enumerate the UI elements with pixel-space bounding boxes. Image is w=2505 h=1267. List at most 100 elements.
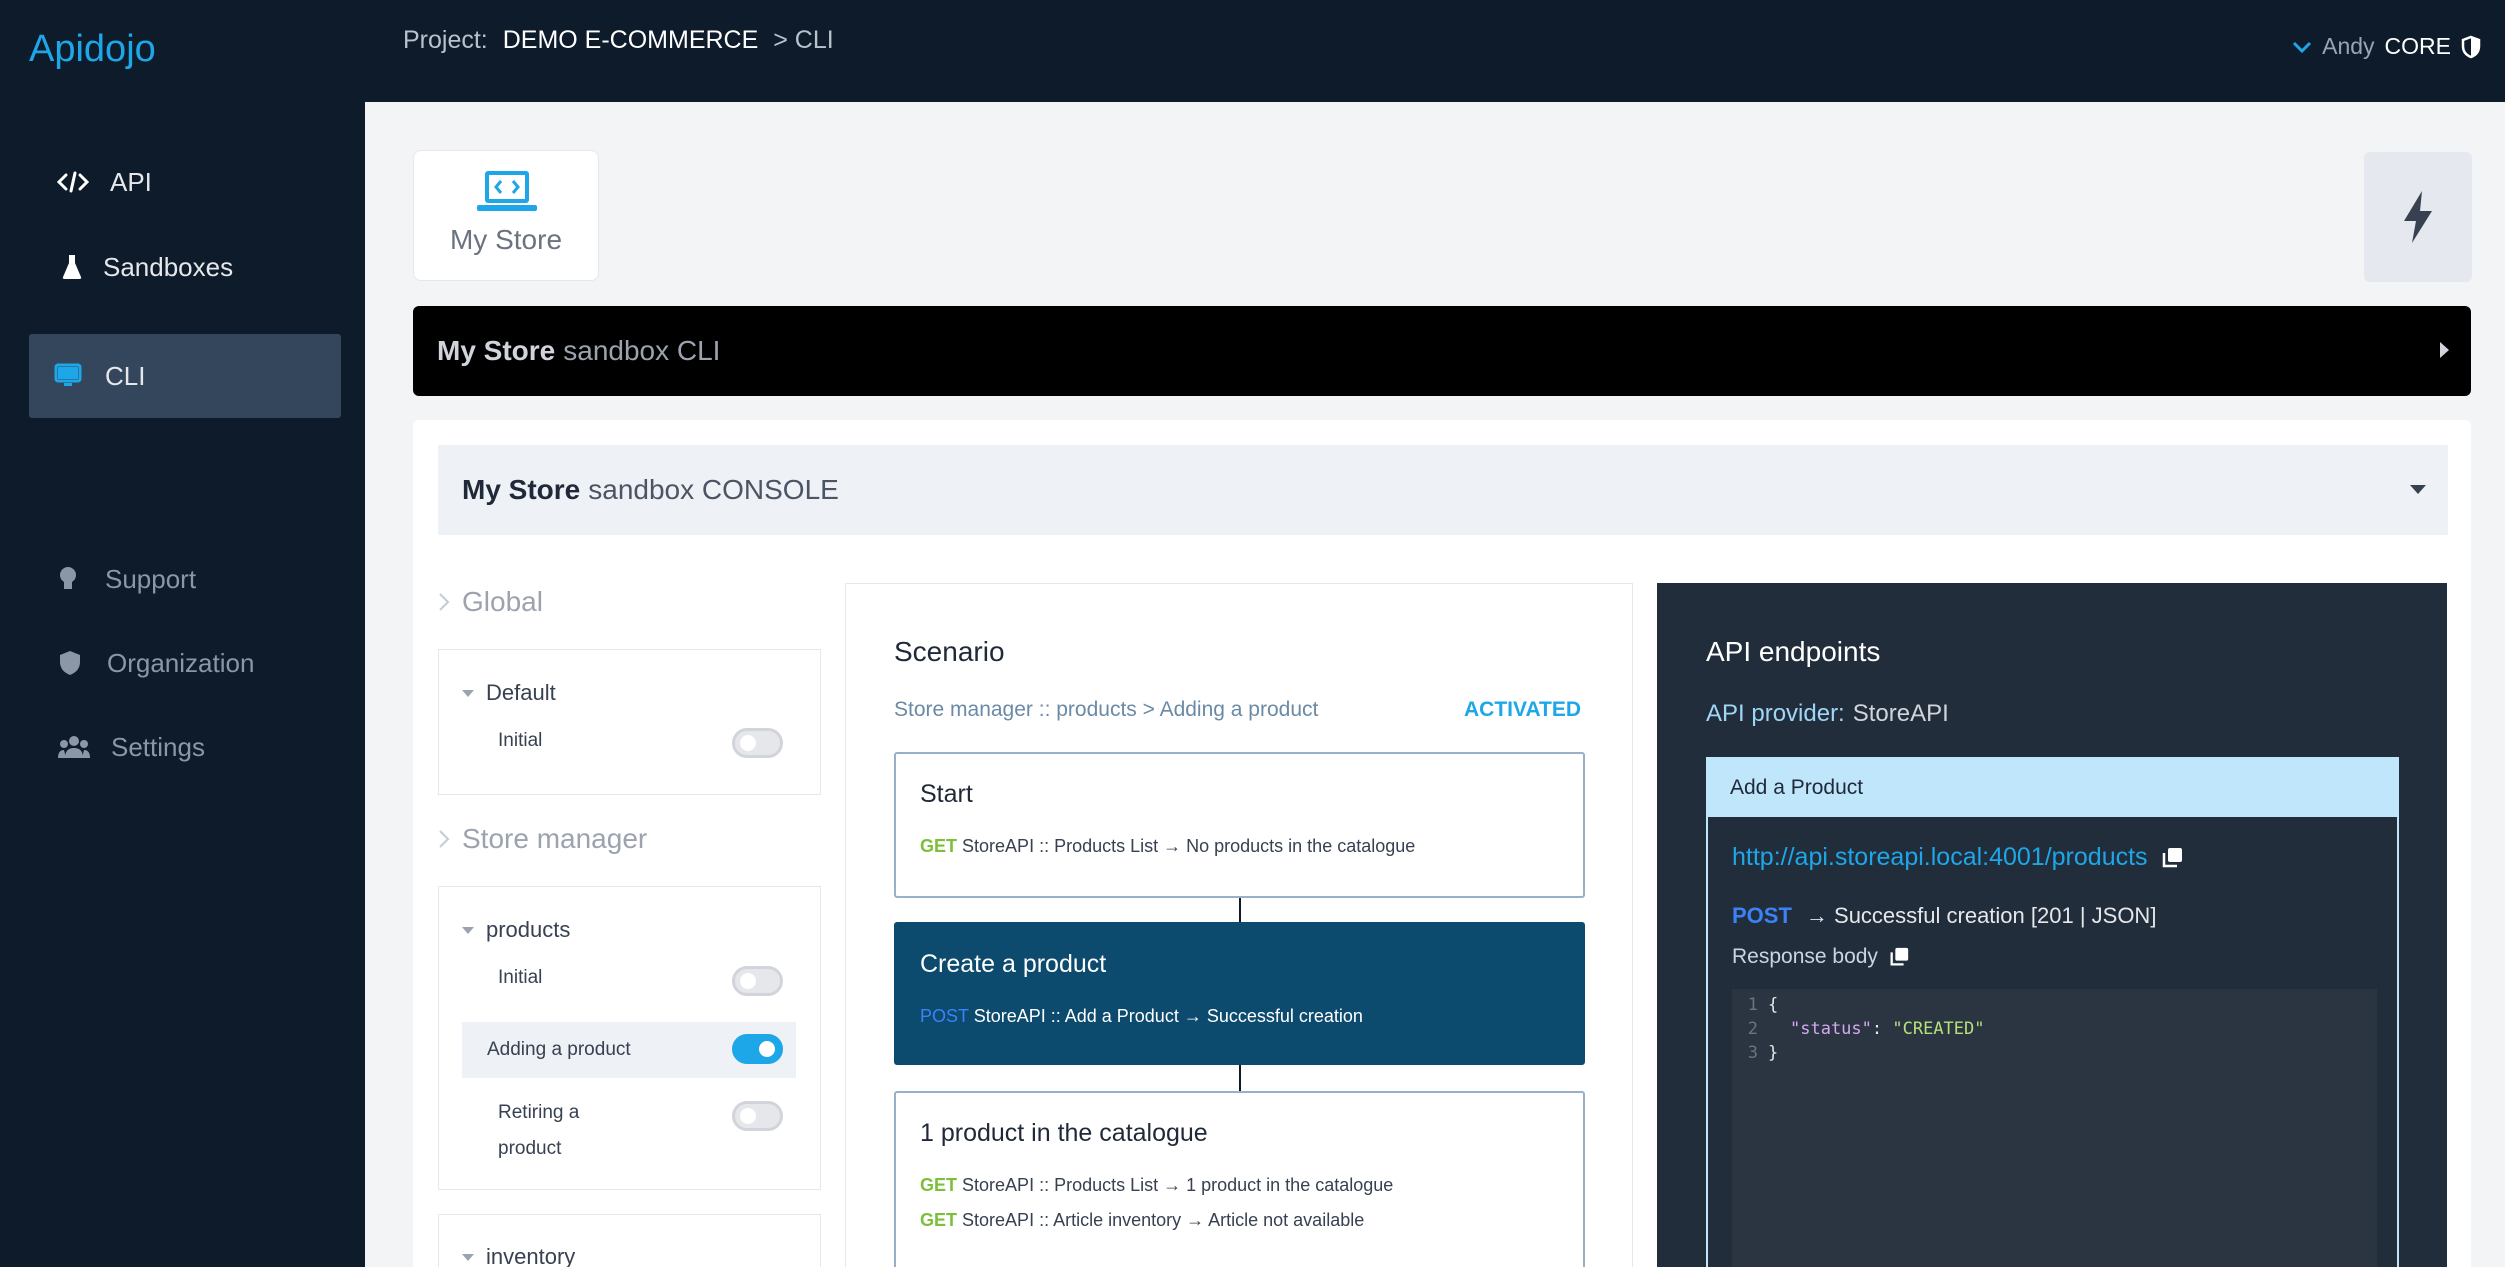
triangle-down-icon <box>462 926 474 934</box>
chevron-down-icon <box>2293 41 2312 53</box>
shield-icon <box>53 649 87 677</box>
flask-icon <box>55 253 89 281</box>
state-label-line2: product <box>498 1138 562 1159</box>
scenario-step-one-product[interactable]: 1 product in the catalogue GET StoreAPI … <box>894 1091 1585 1267</box>
sandbox-cli-bar[interactable]: My Store sandbox CLI <box>413 306 2471 396</box>
laptop-code-icon <box>477 171 537 211</box>
chevron-right-icon <box>439 593 450 611</box>
subgroup-inventory[interactable]: inventory <box>462 1244 575 1267</box>
response-body-code[interactable]: 1 { 2 "status" : "CREATED" 3 } <box>1732 989 2377 1267</box>
subgroup-default[interactable]: Default <box>462 680 556 706</box>
sidebar-item-label: Sandboxes <box>103 251 234 282</box>
store-tile-label: My Store <box>449 224 563 255</box>
response-body-label-row: Response body <box>1732 945 1910 969</box>
step-call: GET StoreAPI :: Products List → No produ… <box>920 836 1415 857</box>
subgroup-products[interactable]: products <box>462 917 570 943</box>
cli-bar-store: My Store <box>437 335 556 366</box>
console-header[interactable]: My Store sandbox CONSOLE <box>438 445 2448 535</box>
lightbulb-icon <box>51 565 85 593</box>
group-title: Store manager <box>462 823 648 854</box>
state-toggle-retiring-product[interactable] <box>732 1101 783 1131</box>
step-call-text: StoreAPI :: Products List → 1 product in… <box>962 1175 1394 1195</box>
group-store-manager[interactable]: Store manager <box>438 823 647 855</box>
api-endpoints-title: API endpoints <box>1706 636 1881 667</box>
subgroup-title: inventory <box>486 1244 576 1267</box>
quick-action-button[interactable] <box>2364 152 2472 282</box>
sidebar-item-support[interactable]: Support <box>29 537 341 621</box>
code-text: } <box>1768 1043 1779 1063</box>
copy-icon[interactable] <box>1888 946 1910 968</box>
step-call-text: StoreAPI :: Products List → No products … <box>962 836 1416 856</box>
sidebar-item-label: Support <box>105 563 197 594</box>
sidebar-item-cli[interactable]: CLI <box>29 334 341 418</box>
sidebar-item-api[interactable]: API <box>29 140 341 224</box>
monitor-icon <box>51 363 85 389</box>
cli-bar-label: sandbox CLI <box>563 335 721 366</box>
sidebar: Apidojo API Sandboxes CLI Support Organi… <box>0 0 365 1267</box>
sidebar-item-label: Organization <box>107 647 255 678</box>
method-post: POST <box>920 1006 969 1026</box>
sidebar-item-label: CLI <box>105 360 146 391</box>
group-title: Global <box>462 586 543 617</box>
copy-icon[interactable] <box>2160 846 2184 870</box>
sidebar-item-organization[interactable]: Organization <box>29 621 341 705</box>
step-title: Create a product <box>920 950 1107 978</box>
brand-logo[interactable]: Apidojo <box>29 28 156 71</box>
method-get: GET <box>920 836 958 856</box>
step-call: GET StoreAPI :: Products List → 1 produc… <box>920 1175 1393 1196</box>
chevron-right-icon <box>439 830 450 848</box>
api-provider-label: API provider: <box>1706 700 1845 727</box>
method-get: GET <box>920 1175 958 1195</box>
scenario-step-start[interactable]: Start GET StoreAPI :: Products List → No… <box>894 752 1585 898</box>
shield-half-icon <box>2461 35 2481 58</box>
sidebar-item-sandboxes[interactable]: Sandboxes <box>29 225 341 309</box>
subgroup-title: products <box>486 917 571 942</box>
step-call-text: StoreAPI :: Add a Product → Successful c… <box>973 1006 1363 1026</box>
state-toggle-adding-product[interactable] <box>732 1034 783 1064</box>
api-provider-name: StoreAPI <box>1852 700 1949 727</box>
sidebar-item-label: Settings <box>111 731 205 762</box>
endpoint-url: http://api.storeapi.local:4001/products <box>1732 843 2184 872</box>
console-label: sandbox CONSOLE <box>588 474 839 505</box>
user-name: Andy <box>2322 33 2375 59</box>
endpoint-url-link[interactable]: http://api.storeapi.local:4001/products <box>1732 843 2148 872</box>
response-body-label: Response body <box>1732 945 1878 968</box>
line-number: 1 <box>1747 995 1758 1015</box>
scenario-title: Scenario <box>894 636 1005 667</box>
scenario-path: Store manager :: products > Adding a pro… <box>894 698 1319 721</box>
state-label: Adding a product <box>487 1039 631 1060</box>
user-badge: CORE <box>2384 33 2451 59</box>
users-icon <box>57 734 91 760</box>
state-toggle-default-initial[interactable] <box>732 728 783 758</box>
endpoint-method-line: POST → Successful creation [201 | JSON] <box>1732 903 2156 929</box>
endpoint-card: Add a Product http://api.storeapi.local:… <box>1706 757 2399 1267</box>
code-line: 2 "status" : "CREATED" <box>1732 1019 2377 1043</box>
scenario-step-create-product[interactable]: Create a product POST StoreAPI :: Add a … <box>894 922 1585 1065</box>
code-icon <box>56 170 90 194</box>
code-text: { <box>1768 995 1779 1015</box>
sidebar-item-settings[interactable]: Settings <box>29 705 341 789</box>
topbar: Project: DEMO E-COMMERCE > CLI Andy CORE <box>365 0 2505 102</box>
endpoint-result: → Successful creation [201 | JSON] <box>1805 903 2157 928</box>
group-global-box <box>438 649 821 795</box>
line-number: 3 <box>1747 1043 1758 1063</box>
state-toggle-products-initial[interactable] <box>732 966 783 996</box>
line-number: 2 <box>1747 1019 1758 1039</box>
triangle-down-icon <box>462 1253 474 1261</box>
endpoint-name[interactable]: Add a Product <box>1708 759 2397 817</box>
endpoint-method: POST <box>1732 903 1792 928</box>
bolt-icon <box>2404 191 2432 243</box>
step-call: GET StoreAPI :: Article inventory → Arti… <box>920 1210 1364 1231</box>
console-store: My Store <box>462 474 581 505</box>
project-name-link[interactable]: DEMO E-COMMERCE <box>503 26 759 54</box>
scenario-status-badge: ACTIVATED <box>1464 698 1582 721</box>
store-tile[interactable]: My Store <box>413 150 599 281</box>
user-menu[interactable]: Andy CORE <box>2292 33 2481 60</box>
code-line: 1 { <box>1732 995 2377 1019</box>
code-key: "status" <box>1790 1019 1872 1039</box>
group-global[interactable]: Global <box>438 586 543 618</box>
triangle-down-icon <box>462 689 474 697</box>
state-label-line1: Retiring a <box>498 1102 580 1123</box>
subgroup-title: Default <box>486 680 556 705</box>
sidebar-item-label: API <box>110 166 152 197</box>
